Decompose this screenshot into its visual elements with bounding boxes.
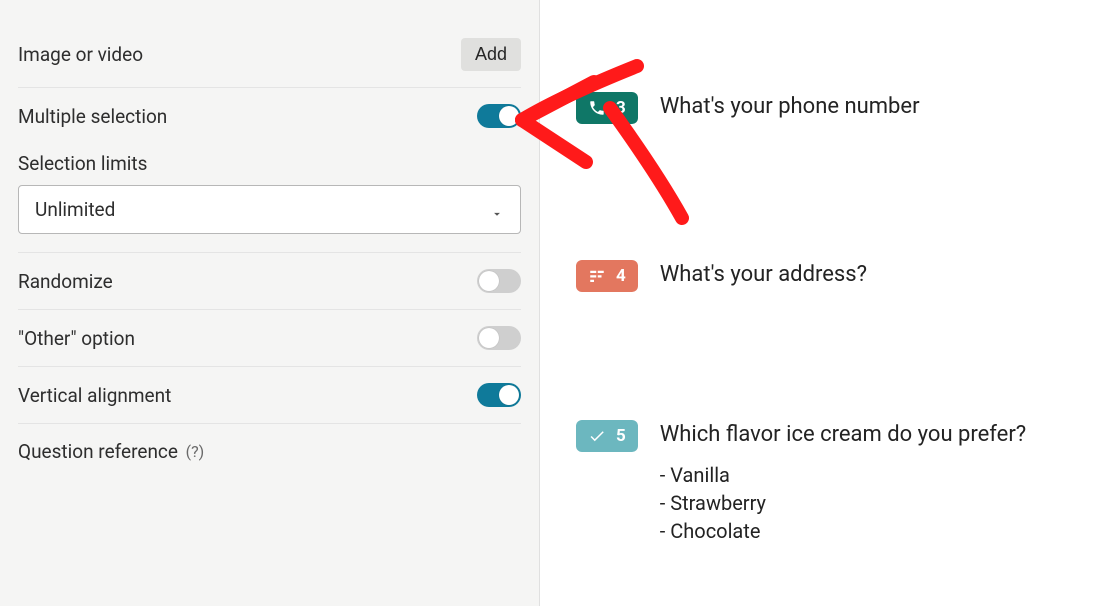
image-or-video-row: Image or video Add <box>18 22 521 87</box>
question-reference-row: Question reference (?) <box>18 424 521 463</box>
vertical-alignment-label: Vertical alignment <box>18 384 171 407</box>
question-option: - Chocolate <box>660 519 1026 543</box>
help-icon[interactable]: (?) <box>184 441 206 463</box>
sidebar: Image or video Add Multiple selection Se… <box>0 0 540 606</box>
question-badge: 5 <box>576 420 638 452</box>
multiple-selection-label: Multiple selection <box>18 105 167 128</box>
multiple-selection-toggle[interactable] <box>477 104 521 128</box>
multiple-selection-row: Multiple selection <box>18 88 521 144</box>
randomize-toggle[interactable] <box>477 269 521 293</box>
vertical-alignment-row: Vertical alignment <box>18 367 521 423</box>
question-option: - Strawberry <box>660 491 1026 515</box>
question-reference-label: Question reference <box>18 440 178 463</box>
other-option-toggle[interactable] <box>477 326 521 350</box>
selection-limits-value: Unlimited <box>35 198 115 221</box>
question-option: - Vanilla <box>660 463 1026 487</box>
question-item[interactable]: 5 Which flavor ice cream do you prefer? … <box>576 420 1116 547</box>
content-panel: 3 What's your phone number 4 What's your… <box>540 0 1116 606</box>
selection-limits-label: Selection limits <box>18 152 521 175</box>
randomize-row: Randomize <box>18 253 521 309</box>
other-option-row: "Other" option <box>18 310 521 366</box>
other-option-label: "Other" option <box>18 327 135 350</box>
address-icon <box>588 267 606 285</box>
check-icon <box>588 427 606 445</box>
question-number: 5 <box>616 426 626 446</box>
vertical-alignment-toggle[interactable] <box>477 383 521 407</box>
question-number: 4 <box>616 266 626 286</box>
question-item[interactable]: 3 What's your phone number <box>576 92 1116 124</box>
question-title: Which flavor ice cream do you prefer? <box>660 422 1026 447</box>
question-title: What's your phone number <box>660 94 920 119</box>
selection-limits-select[interactable]: Unlimited <box>18 185 521 234</box>
add-button[interactable]: Add <box>461 38 521 71</box>
question-badge: 3 <box>576 92 638 124</box>
question-title: What's your address? <box>660 262 867 287</box>
phone-icon <box>588 99 606 117</box>
randomize-label: Randomize <box>18 270 113 293</box>
image-or-video-label: Image or video <box>18 43 143 66</box>
question-item[interactable]: 4 What's your address? <box>576 260 1116 292</box>
chevron-down-icon <box>490 203 504 217</box>
question-number: 3 <box>616 98 626 118</box>
question-badge: 4 <box>576 260 638 292</box>
